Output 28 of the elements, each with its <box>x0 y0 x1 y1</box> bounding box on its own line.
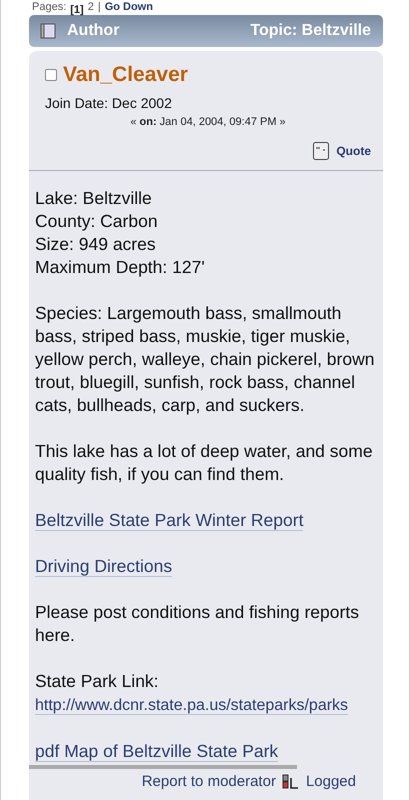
post-text: Please post conditions and fishing reports here. <box>35 601 360 647</box>
url-link[interactable]: http://www.dcnr.state.pa.us/stateparks/parks <box>35 697 348 715</box>
post-text: Maximum Depth: 127' <box>35 256 206 279</box>
scrollbar[interactable] <box>29 765 297 769</box>
author-heading: Author <box>67 22 120 40</box>
post-link[interactable]: pdf Map of Beltzville State Park <box>35 741 278 762</box>
post-text: Species: Largemouth bass, smallmouth bass, striped bass, muskie, tiger muskie, yellow perch, walleye, chain pickerel, brown trout, bluegill, sunfish, rock bass, channel cats, bullheads, carp, and suckers. <box>35 302 375 417</box>
quote-button[interactable]: Quote <box>313 142 371 160</box>
post-text: This lake has a lot of deep water, and some quality fish, if you can find them. <box>35 440 374 486</box>
book-icon <box>40 23 56 39</box>
report-link[interactable]: Report to moderator <box>142 773 276 790</box>
page-link[interactable]: [1] <box>70 4 84 16</box>
post-text: Size: 949 acres <box>35 233 157 256</box>
page-link[interactable]: 2 <box>88 1 94 13</box>
go-down-link[interactable]: Go Down <box>104 1 153 13</box>
post-text: Lake: Beltzville <box>35 187 153 210</box>
quote-icon <box>313 142 330 160</box>
post-text: State Park Link: <box>35 670 160 693</box>
post-text: County: Carbon <box>35 210 159 233</box>
join-date: Join Date: Dec 2002 <box>45 95 173 111</box>
logged-label: Logged <box>306 773 356 790</box>
post-date: « on: Jan 04, 2004, 09:47 PM » <box>129 116 287 128</box>
separator: | <box>98 1 101 13</box>
post-link[interactable]: Driving Directions <box>35 556 172 577</box>
pages-label: Pages: <box>32 1 66 13</box>
post-link[interactable]: Beltzville State Park Winter Report <box>35 510 304 531</box>
topic-heading: Topic: Beltzville <box>250 22 371 40</box>
author-name[interactable]: Van_Cleaver <box>63 63 188 87</box>
